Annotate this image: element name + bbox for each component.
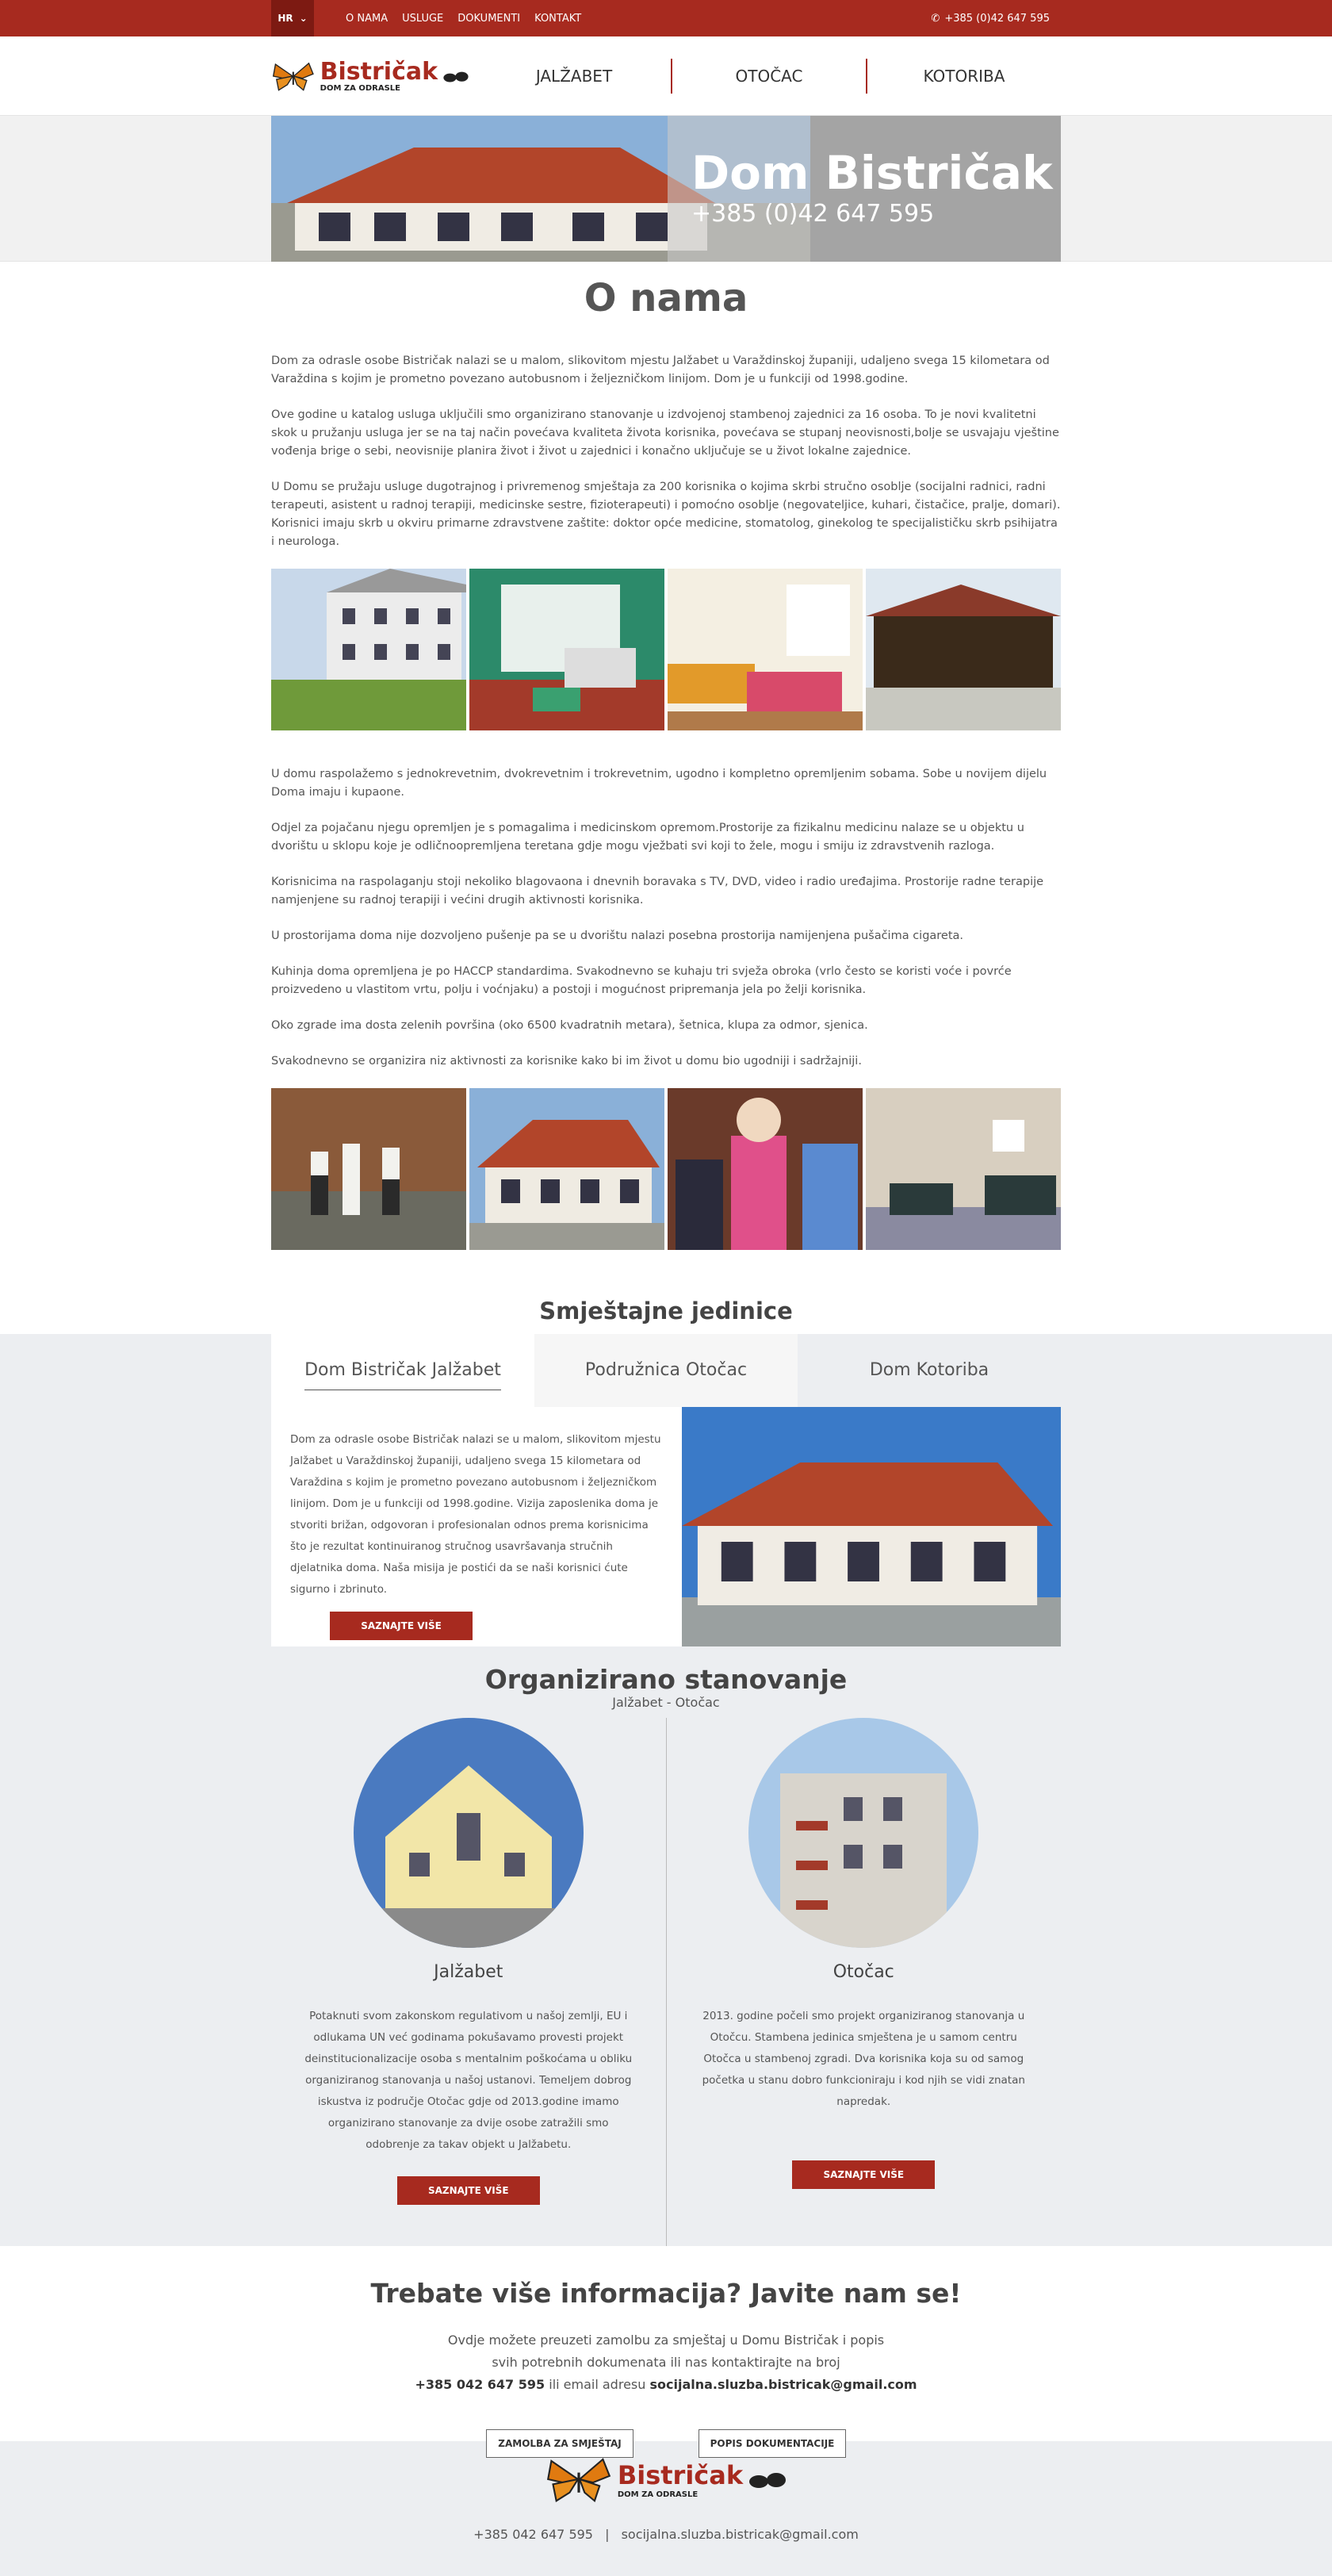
- logo[interactable]: Bistričak DOM ZA ODRASLE: [271, 52, 469, 100]
- units-title: Smještajne jedinice: [0, 1285, 1332, 1334]
- language-label: HR: [278, 13, 293, 24]
- contact-cta: Trebate više informacija? Javite nam se!…: [0, 2246, 1332, 2458]
- cta-mid-text: ili email adresu: [545, 2377, 650, 2392]
- footer: Bistričak DOM ZA ODRASLE +385 042 647 59…: [0, 2441, 1332, 2576]
- tab-label: Dom Kotoriba: [869, 1360, 989, 1380]
- gallery-photo-building[interactable]: [469, 1088, 664, 1250]
- hero-text-panel: Dom Bistričak +385 (0)42 647 595: [691, 116, 1061, 262]
- nav-jalzabet[interactable]: JALŽABET: [477, 59, 672, 94]
- footer-email[interactable]: socijalna.sluzba.bistricak@gmail.com: [622, 2527, 859, 2542]
- about-text: Dom za odrasle osobe Bistričak nalazi se…: [271, 352, 1061, 551]
- gallery-photo-gazebo[interactable]: [866, 569, 1061, 730]
- gallery-photo-lounge[interactable]: [866, 1088, 1061, 1250]
- tab-kotoriba[interactable]: Dom Kotoriba: [798, 1334, 1061, 1407]
- otocac-title: Otočac: [832, 1962, 894, 1982]
- organized-subtitle: Jalžabet - Otočac: [612, 1695, 720, 1710]
- top-nav-kontakt[interactable]: KONTAKT: [534, 13, 581, 25]
- gallery-photo-building-yard[interactable]: [271, 569, 466, 730]
- chevron-down-icon: ⌄: [299, 13, 308, 24]
- footer-logo-subtitle: DOM ZA ODRASLE: [617, 2490, 699, 2499]
- jalzabet-house-photo: [353, 1718, 584, 1948]
- main-nav: JALŽABET OTOČAC KOTORIBA: [477, 59, 1061, 94]
- top-phone[interactable]: ✆ +385 (0)42 647 595: [931, 0, 1050, 36]
- organized-columns: Jalžabet Potaknuti svom zakonskom regula…: [271, 1718, 1061, 2246]
- top-bar: HR ⌄ O NAMA USLUGE DOKUMENTI KONTAKT ✆ +…: [0, 0, 1332, 36]
- otocac-more-button[interactable]: SAZNAJTE VIŠE: [792, 2160, 936, 2189]
- hero-banner: Dom Bistričak +385 (0)42 647 595: [0, 116, 1332, 262]
- footer-contact: +385 042 647 595 | socijalna.sluzba.bist…: [0, 2527, 1332, 2542]
- language-selector[interactable]: HR ⌄: [271, 0, 314, 36]
- gallery-rooms: [271, 569, 1061, 730]
- tab-jalzabet[interactable]: Dom Bistričak Jalžabet: [271, 1334, 534, 1407]
- header: Bistričak DOM ZA ODRASLE JALŽABET OTOČAC…: [0, 36, 1332, 116]
- about-text-2: U domu raspolažemo s jednokrevetnim, dvo…: [271, 765, 1061, 1071]
- hero-title: Dom Bistričak: [691, 146, 1053, 200]
- about-paragraph: U domu raspolažemo s jednokrevetnim, dvo…: [271, 768, 1047, 799]
- about-paragraph: Korisnicima na raspolaganju stoji nekoli…: [271, 876, 1044, 907]
- about-paragraph: U Domu se pružaju usluge dugotrajnog i p…: [271, 481, 1061, 548]
- otocac-building-photo: [748, 1718, 979, 1948]
- footer-logo[interactable]: Bistričak DOM ZA ODRASLE: [545, 2454, 787, 2505]
- unit-building-photo: [682, 1407, 1061, 1646]
- organized-jalzabet: Jalžabet Potaknuti svom zakonskom regula…: [271, 1718, 666, 2246]
- tab-label: Dom Bistričak Jalžabet: [304, 1360, 501, 1390]
- about-paragraph: Oko zgrade ima dosta zelenih površina (o…: [271, 1019, 868, 1032]
- nav-otocac[interactable]: OTOČAC: [672, 59, 867, 94]
- about-section: O nama Dom za odrasle osobe Bistričak na…: [271, 276, 1061, 1250]
- top-nav-dokumenti[interactable]: DOKUMENTI: [457, 13, 520, 25]
- top-nav-usluge[interactable]: USLUGE: [402, 13, 443, 25]
- about-paragraph: Kuhinja doma opremljena je po HACCP stan…: [271, 965, 1012, 996]
- unit-description-text: Dom za odrasle osobe Bistričak nalazi se…: [290, 1433, 661, 1596]
- hero-phone: +385 (0)42 647 595: [691, 200, 935, 228]
- cta-phone[interactable]: +385 042 647 595: [415, 2377, 545, 2392]
- organized-title: Organizirano stanovanje: [484, 1664, 848, 1695]
- cta-title: Trebate više informacija? Javite nam se!: [370, 2278, 962, 2309]
- gallery-photo-carnival[interactable]: [668, 1088, 863, 1250]
- units-section: Smještajne jedinice Dom Bistričak Jalžab…: [0, 1285, 1332, 2246]
- tab-otocac[interactable]: Podružnica Otočac: [534, 1334, 798, 1407]
- gallery-photo-room-green[interactable]: [469, 569, 664, 730]
- top-nav-o-nama[interactable]: O NAMA: [346, 13, 388, 25]
- about-paragraph: U prostorijama doma nije dozvoljeno puše…: [271, 930, 964, 942]
- about-paragraph: Dom za odrasle osobe Bistričak nalazi se…: [271, 355, 1050, 385]
- gallery-photo-bedroom[interactable]: [668, 569, 863, 730]
- about-paragraph: Ove godine u katalog usluga uključili sm…: [271, 408, 1059, 458]
- otocac-text: 2013. godine počeli smo projekt organizi…: [702, 2010, 1025, 2108]
- jalzabet-more-button[interactable]: SAZNAJTE VIŠE: [396, 2176, 540, 2205]
- unit-more-button[interactable]: SAZNAJTE VIŠE: [330, 1612, 473, 1640]
- top-phone-number: +385 (0)42 647 595: [944, 12, 1050, 25]
- cta-line-2: svih potrebnih dokumenata ili nas kontak…: [492, 2355, 840, 2370]
- unit-panel: Dom za odrasle osobe Bistričak nalazi se…: [271, 1407, 1061, 1646]
- stones-icon: [443, 71, 469, 82]
- jalzabet-text: Potaknuti svom zakonskom regulativom u n…: [304, 2010, 633, 2151]
- cta-contact-line: +385 042 647 595 ili email adresu socija…: [0, 2374, 1332, 2396]
- jalzabet-title: Jalžabet: [434, 1962, 503, 1982]
- footer-logo-name: Bistričak: [617, 2459, 744, 2490]
- about-paragraph: Odjel za pojačanu njegu opremljen je s p…: [271, 822, 1024, 853]
- units-tabs: Dom Bistričak Jalžabet Podružnica Otočac…: [271, 1334, 1061, 1407]
- butterfly-icon: [272, 62, 314, 91]
- tab-label: Podružnica Otočac: [584, 1360, 748, 1380]
- phone-icon: ✆: [931, 12, 940, 25]
- about-title: O nama: [584, 276, 748, 320]
- top-nav: O NAMA USLUGE DOKUMENTI KONTAKT: [346, 13, 581, 25]
- footer-phone[interactable]: +385 042 647 595: [473, 2527, 593, 2542]
- nav-kotoriba[interactable]: KOTORIBA: [867, 59, 1061, 94]
- organized-otocac: Otočac 2013. godine počeli smo projekt o…: [665, 1718, 1062, 2246]
- cta-line-1: Ovdje možete preuzeti zamolbu za smješta…: [447, 2333, 885, 2348]
- butterfly-icon: [546, 2458, 611, 2503]
- stones-icon: [749, 2473, 787, 2488]
- about-paragraph: Svakodnevno se organizira niz aktivnosti…: [271, 1055, 862, 1068]
- footer-separator: |: [605, 2527, 610, 2542]
- logo-name: Bistričak: [320, 57, 438, 86]
- unit-description: Dom za odrasle osobe Bistričak nalazi se…: [271, 1407, 683, 1646]
- gallery-activities: [271, 1088, 1061, 1250]
- gallery-photo-musicians[interactable]: [271, 1088, 466, 1250]
- cta-email[interactable]: socijalna.sluzba.bistricak@gmail.com: [649, 2377, 917, 2392]
